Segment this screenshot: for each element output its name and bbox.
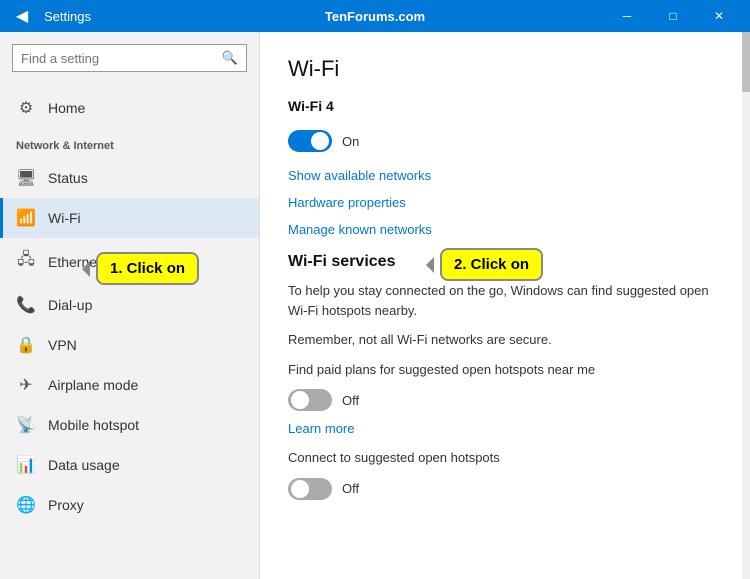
sidebar-item-label: Status — [48, 170, 88, 186]
paid-plans-state: Off — [342, 393, 359, 408]
learn-more-link[interactable]: Learn more — [288, 421, 714, 436]
manage-known-networks-link[interactable]: Manage known networks — [288, 222, 714, 237]
sidebar-item-label: Dial-up — [48, 297, 92, 313]
sidebar-item-datausage[interactable]: 📊 Data usage — [0, 445, 259, 485]
back-button[interactable]: ◀ — [8, 2, 36, 30]
sidebar-item-airplane[interactable]: ✈ Airplane mode — [0, 365, 259, 405]
data-icon: 📊 — [16, 455, 36, 475]
callout-2: 2. Click on — [440, 248, 543, 281]
wifi-services-text2: Remember, not all Wi-Fi networks are sec… — [288, 330, 714, 350]
sidebar-item-label: Mobile hotspot — [48, 417, 139, 433]
sidebar-item-label: Proxy — [48, 497, 84, 513]
wifi-toggle-row: Wi-Fi 4 — [288, 98, 714, 114]
app-title: Settings — [44, 9, 91, 24]
title-bar: ◀ Settings TenForums.com ─ □ ✕ — [0, 0, 750, 32]
close-button[interactable]: ✕ — [696, 0, 742, 32]
sidebar: 🔍 ⚙ Home Network & Internet 🖥 Status 📶 W… — [0, 32, 260, 579]
sidebar-item-label: Ethernet — [48, 254, 101, 270]
sidebar-section-header: Network & Internet — [0, 128, 259, 158]
home-label: Home — [48, 100, 85, 116]
sidebar-item-label: Wi-Fi — [48, 210, 81, 226]
toggle-knob — [291, 480, 309, 498]
maximize-button[interactable]: □ — [650, 0, 696, 32]
connect-label: Connect to suggested open hotspots — [288, 448, 714, 468]
sidebar-item-dialup[interactable]: 📞 Dial-up — [0, 285, 259, 325]
paid-plans-toggle-row: Off — [288, 389, 714, 411]
window-controls: ─ □ ✕ — [604, 0, 742, 32]
scrollbar-track[interactable] — [742, 32, 750, 579]
content-area: Wi-Fi Wi-Fi 4 On Show available networks… — [260, 32, 742, 579]
sidebar-item-label: Data usage — [48, 457, 120, 473]
wifi-icon: 📶 — [16, 208, 36, 228]
app-body: 🔍 ⚙ Home Network & Internet 🖥 Status 📶 W… — [0, 32, 750, 579]
minimize-button[interactable]: ─ — [604, 0, 650, 32]
hardware-properties-link[interactable]: Hardware properties — [288, 195, 714, 210]
airplane-icon: ✈ — [16, 375, 36, 395]
wifi-power-state: On — [342, 134, 359, 149]
hotspot-icon: 📡 — [16, 415, 36, 435]
wifi-services-text1: To help you stay connected on the go, Wi… — [288, 281, 714, 320]
connect-state: Off — [342, 481, 359, 496]
sidebar-item-vpn[interactable]: 🔒 VPN — [0, 325, 259, 365]
show-available-networks-link[interactable]: Show available networks — [288, 168, 714, 183]
wifi-version-label: Wi-Fi 4 — [288, 98, 334, 114]
connect-toggle[interactable] — [288, 478, 332, 500]
paid-plans-toggle[interactable] — [288, 389, 332, 411]
sidebar-item-status[interactable]: 🖥 Status — [0, 158, 259, 198]
sidebar-item-label: Airplane mode — [48, 377, 138, 393]
watermark: TenForums.com — [325, 9, 425, 24]
paid-plans-label: Find paid plans for suggested open hotsp… — [288, 360, 714, 380]
vpn-icon: 🔒 — [16, 335, 36, 355]
callout-2-text: 2. Click on — [454, 256, 529, 273]
proxy-icon: 🌐 — [16, 495, 36, 515]
toggle-knob — [311, 132, 329, 150]
search-icon: 🔍 — [222, 50, 238, 66]
search-input[interactable] — [21, 51, 222, 66]
sidebar-item-wifi[interactable]: 📶 Wi-Fi — [0, 198, 259, 238]
scrollbar-thumb[interactable] — [742, 32, 750, 92]
home-icon: ⚙ — [16, 98, 36, 118]
sidebar-item-hotspot[interactable]: 📡 Mobile hotspot — [0, 405, 259, 445]
wifi-power-toggle-row: On — [288, 130, 714, 152]
sidebar-item-label: VPN — [48, 337, 77, 353]
wifi-power-toggle[interactable] — [288, 130, 332, 152]
dialup-icon: 📞 — [16, 295, 36, 315]
sidebar-item-proxy[interactable]: 🌐 Proxy — [0, 485, 259, 525]
ethernet-icon: 🖧 — [16, 248, 36, 275]
status-icon: 🖥 — [16, 168, 36, 188]
search-bar[interactable]: 🔍 — [12, 44, 247, 72]
connect-toggle-row: Off — [288, 478, 714, 500]
sidebar-item-home[interactable]: ⚙ Home — [0, 88, 259, 128]
toggle-knob — [291, 391, 309, 409]
page-title: Wi-Fi — [288, 56, 714, 82]
